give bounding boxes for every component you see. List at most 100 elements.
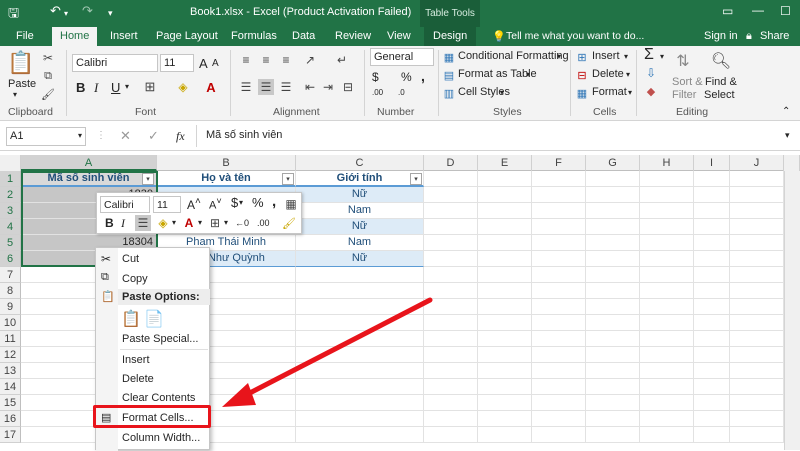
number-format-select[interactable]: General	[370, 48, 434, 66]
cell[interactable]	[694, 251, 730, 267]
cell[interactable]	[424, 203, 478, 219]
paste-option-paste-icon[interactable]: 📋	[121, 309, 141, 329]
cell[interactable]	[730, 315, 784, 331]
cell[interactable]	[296, 283, 424, 299]
find-select-label-2[interactable]: Select	[704, 89, 735, 101]
menu-item-column-width[interactable]: Column Width...	[122, 432, 200, 444]
cell[interactable]	[296, 315, 424, 331]
orientation-icon[interactable]: ↗	[302, 52, 318, 68]
mini-increase-decimal-icon[interactable]: ←0	[235, 218, 249, 228]
cell[interactable]	[532, 171, 586, 187]
align-bottom-icon[interactable]: ≡	[278, 52, 294, 68]
cell[interactable]	[532, 379, 586, 395]
wrap-text-icon[interactable]: ↵	[334, 52, 350, 68]
cell[interactable]	[694, 299, 730, 315]
align-left-icon[interactable]: ☰	[238, 79, 254, 95]
row-header[interactable]: 10	[0, 315, 21, 331]
cell[interactable]	[532, 203, 586, 219]
cell[interactable]	[478, 395, 532, 411]
cell[interactable]	[640, 283, 694, 299]
row-header[interactable]: 17	[0, 427, 21, 443]
cell[interactable]	[478, 347, 532, 363]
menu-item-insert[interactable]: Insert	[122, 354, 150, 366]
cell[interactable]	[694, 363, 730, 379]
increase-decimal-button[interactable]: .00	[372, 88, 383, 97]
row-header[interactable]: 4	[0, 219, 21, 235]
cell[interactable]	[730, 203, 784, 219]
cell[interactable]	[694, 203, 730, 219]
filter-dropdown-icon[interactable]: ▾	[142, 173, 154, 185]
cell[interactable]	[532, 251, 586, 267]
col-header-h[interactable]: H	[640, 155, 694, 171]
redo-icon[interactable]: ↷	[82, 3, 93, 19]
mini-font-size[interactable]: 11	[153, 196, 181, 213]
cell[interactable]	[424, 363, 478, 379]
cell[interactable]	[730, 267, 784, 283]
tab-data[interactable]: Data	[288, 29, 319, 43]
paste-option-values-icon[interactable]: 📄	[144, 309, 164, 329]
font-color-icon[interactable]: A	[203, 79, 219, 95]
cell[interactable]	[532, 315, 586, 331]
cancel-icon[interactable]: ✕	[120, 128, 131, 144]
copy-icon[interactable]: ⧉	[40, 68, 56, 84]
cell[interactable]	[532, 283, 586, 299]
merge-center-icon[interactable]: ⊟	[340, 79, 356, 95]
cell[interactable]	[694, 427, 730, 443]
mini-borders-dropdown-icon[interactable]: ▾	[224, 218, 228, 227]
cell[interactable]	[296, 267, 424, 283]
cell[interactable]	[424, 219, 478, 235]
share-button[interactable]: Share	[756, 29, 793, 43]
expand-formula-bar-icon[interactable]: ▾	[785, 130, 790, 141]
cell[interactable]	[730, 219, 784, 235]
menu-item-clear-contents[interactable]: Clear Contents	[122, 392, 195, 404]
cell[interactable]	[532, 235, 586, 251]
cell[interactable]	[640, 219, 694, 235]
collapse-ribbon-icon[interactable]: ⌃	[782, 106, 790, 117]
cell[interactable]	[694, 315, 730, 331]
row-header[interactable]: 6	[0, 251, 21, 267]
cell[interactable]	[586, 331, 640, 347]
cell[interactable]	[296, 331, 424, 347]
cell[interactable]	[694, 411, 730, 427]
row-header[interactable]: 11	[0, 331, 21, 347]
cell[interactable]	[296, 379, 424, 395]
align-right-icon[interactable]: ☰	[278, 79, 294, 95]
cell[interactable]	[586, 411, 640, 427]
cell[interactable]	[586, 379, 640, 395]
cell[interactable]	[424, 315, 478, 331]
col-header-g[interactable]: G	[586, 155, 640, 171]
font-name-select[interactable]: Calibri	[72, 54, 158, 72]
cell[interactable]	[640, 171, 694, 187]
col-header-b[interactable]: B	[157, 155, 296, 171]
name-box[interactable]: A1	[6, 127, 86, 146]
borders-icon[interactable]: ⊞	[142, 79, 158, 95]
cell[interactable]	[730, 363, 784, 379]
cell[interactable]	[640, 235, 694, 251]
delete-cells-button[interactable]: Delete	[592, 68, 624, 80]
cell[interactable]	[478, 203, 532, 219]
cell[interactable]	[694, 171, 730, 187]
col-header-f[interactable]: F	[532, 155, 586, 171]
cell[interactable]	[640, 411, 694, 427]
row-header[interactable]: 12	[0, 347, 21, 363]
cell[interactable]: Nữ	[296, 187, 424, 203]
minimize-icon[interactable]: —	[752, 3, 764, 17]
conditional-formatting-button[interactable]: Conditional Formatting	[458, 50, 569, 62]
col-header-e[interactable]: E	[478, 155, 532, 171]
autosum-dropdown-icon[interactable]: ▾	[660, 52, 664, 61]
cell[interactable]	[640, 299, 694, 315]
tab-review[interactable]: Review	[331, 29, 375, 43]
conditional-formatting-dropdown-icon[interactable]: ▾	[557, 52, 561, 61]
customize-qat-icon[interactable]: ▾	[108, 8, 113, 19]
cell[interactable]	[478, 171, 532, 187]
tab-formulas[interactable]: Formulas	[227, 29, 281, 43]
cell[interactable]	[694, 267, 730, 283]
col-header-a[interactable]: A	[21, 155, 157, 171]
underline-button[interactable]: U	[111, 80, 120, 95]
cell[interactable]	[640, 347, 694, 363]
sort-filter-label-1[interactable]: Sort &	[672, 76, 703, 88]
mini-currency-dropdown-icon[interactable]: ▾	[239, 198, 243, 207]
tab-insert[interactable]: Insert	[106, 29, 142, 43]
find-select-label-1[interactable]: Find &	[705, 76, 737, 88]
mini-font-color-icon[interactable]: A	[181, 215, 197, 231]
